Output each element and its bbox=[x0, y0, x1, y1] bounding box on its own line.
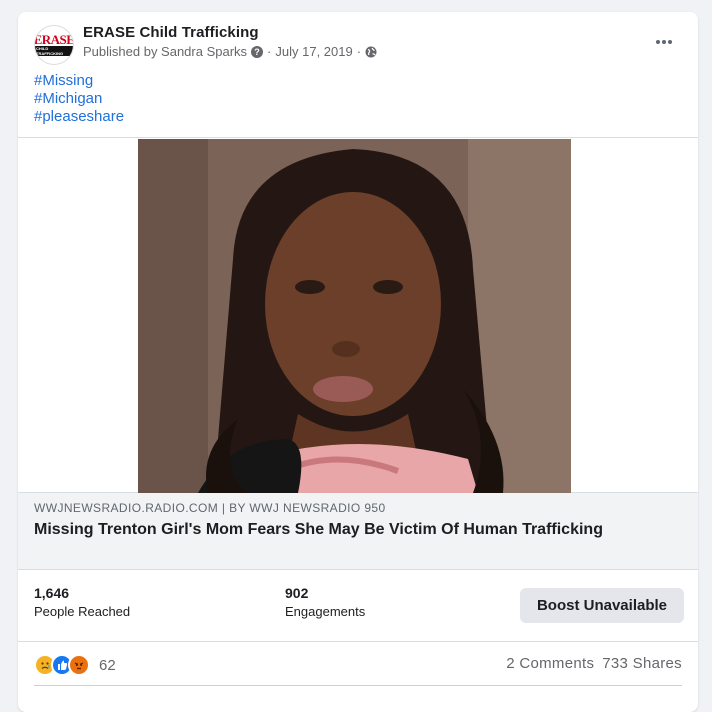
people-reached-label: People Reached bbox=[34, 604, 131, 619]
angry-reaction-icon bbox=[68, 654, 90, 676]
photo-frame bbox=[18, 137, 698, 493]
reactions-summary[interactable]: 62 bbox=[34, 654, 116, 676]
more-options-icon[interactable] bbox=[654, 34, 674, 50]
reaction-count: 62 bbox=[99, 656, 116, 674]
post-hashtags: #Missing #Michigan #pleaseshare bbox=[34, 72, 124, 126]
post-date[interactable]: July 17, 2019 bbox=[275, 44, 352, 59]
people-reached-value: 1,646 bbox=[34, 585, 70, 601]
post-card: ERASE CHILD TRAFFICKING ERASE Child Traf… bbox=[18, 12, 698, 712]
avatar-logo-text: ERASE bbox=[34, 32, 74, 47]
shares-link[interactable]: 733 Shares bbox=[602, 655, 682, 672]
meta-separator-2: · bbox=[356, 44, 362, 59]
engagements-value: 902 bbox=[285, 585, 309, 601]
link-title[interactable]: Missing Trenton Girl's Mom Fears She May… bbox=[34, 520, 634, 540]
engagements-label: Engagements bbox=[285, 604, 366, 619]
globe-icon[interactable] bbox=[365, 46, 377, 58]
post-insights: 1,646 People Reached 902 Engagements Boo… bbox=[18, 571, 698, 642]
page-name-link[interactable]: ERASE Child Trafficking bbox=[83, 24, 259, 41]
published-by: Published by Sandra Sparks bbox=[83, 44, 248, 59]
hashtag-link[interactable]: #Missing bbox=[34, 72, 124, 90]
comments-link[interactable]: 2 Comments bbox=[506, 655, 594, 672]
help-icon[interactable]: ? bbox=[251, 45, 264, 58]
article-photo[interactable] bbox=[138, 139, 571, 493]
engagements-stat[interactable]: 902 Engagements bbox=[285, 585, 365, 619]
post-footer: 62 2 Comments 733 Shares bbox=[18, 642, 698, 686]
footer-divider bbox=[34, 685, 682, 686]
boost-unavailable-button[interactable]: Boost Unavailable bbox=[520, 588, 684, 623]
people-reached-stat[interactable]: 1,646 People Reached bbox=[34, 585, 130, 619]
avatar-logo-subtext: CHILD TRAFFICKING bbox=[35, 46, 73, 56]
hashtag-link[interactable]: #pleaseshare bbox=[34, 108, 124, 126]
post-meta: Published by Sandra Sparks ? · July 17, … bbox=[83, 44, 377, 59]
link-domain: WWJNEWSRADIO.RADIO.COM | BY WWJ NEWSRADI… bbox=[34, 501, 386, 515]
hashtag-link[interactable]: #Michigan bbox=[34, 90, 124, 108]
post-header: ERASE CHILD TRAFFICKING ERASE Child Traf… bbox=[18, 12, 698, 72]
engagement-counts: 2 Comments 733 Shares bbox=[506, 655, 682, 672]
link-caption[interactable]: WWJNEWSRADIO.RADIO.COM | BY WWJ NEWSRADI… bbox=[18, 493, 698, 570]
page-avatar[interactable]: ERASE CHILD TRAFFICKING bbox=[34, 25, 74, 65]
portrait-illustration bbox=[138, 139, 571, 493]
meta-separator: · bbox=[267, 44, 272, 59]
link-preview[interactable]: WWJNEWSRADIO.RADIO.COM | BY WWJ NEWSRADI… bbox=[18, 137, 698, 570]
